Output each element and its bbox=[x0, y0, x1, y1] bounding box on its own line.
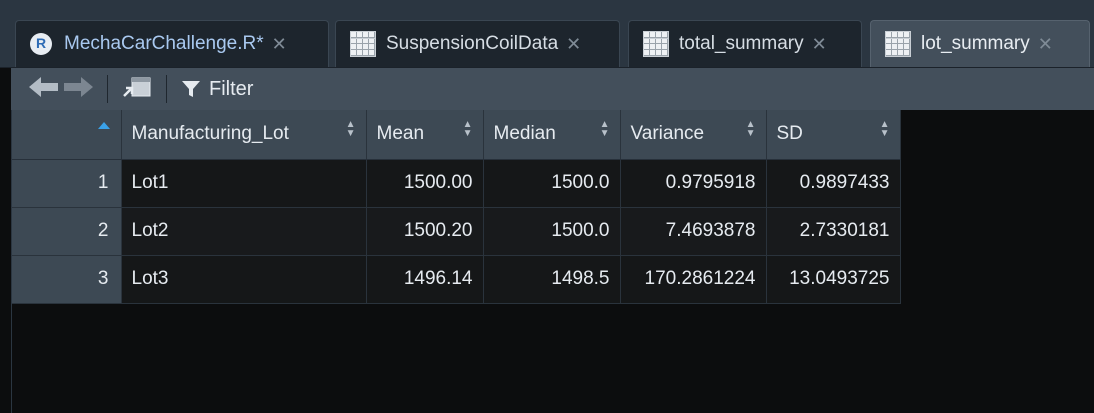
tab-lot-summary[interactable]: lot_summary ✕ bbox=[870, 20, 1090, 67]
column-header-manufacturing-lot[interactable]: Manufacturing_Lot ▲ ▼ bbox=[121, 110, 367, 160]
table-row: 3 Lot3 1496.14 1498.5 170.2861224 13.049… bbox=[12, 255, 901, 304]
back-arrow-icon[interactable] bbox=[29, 76, 59, 103]
row-number-header[interactable] bbox=[12, 110, 122, 160]
row-number: 1 bbox=[12, 159, 122, 208]
tab-label: total_summary bbox=[679, 33, 804, 54]
table-row: 2 Lot2 1500.20 1500.0 7.4693878 2.733018… bbox=[12, 207, 901, 256]
table-cell[interactable]: 1500.0 bbox=[483, 159, 621, 208]
close-icon[interactable]: ✕ bbox=[272, 34, 287, 55]
close-icon[interactable]: ✕ bbox=[812, 34, 827, 55]
table-cell[interactable]: 0.9897433 bbox=[766, 159, 901, 208]
data-grid-icon bbox=[643, 31, 669, 57]
filter-label: Filter bbox=[209, 77, 254, 100]
row-number: 2 bbox=[12, 207, 122, 256]
column-header-label: Manufacturing_Lot bbox=[131, 123, 289, 145]
sort-icon: ▲ ▼ bbox=[745, 119, 756, 139]
table-cell[interactable]: 1498.5 bbox=[483, 255, 621, 304]
toolbar-divider bbox=[166, 75, 167, 103]
data-grid-icon bbox=[350, 31, 376, 57]
column-header-label: SD bbox=[776, 123, 803, 145]
table-header-row: Manufacturing_Lot ▲ ▼ Mean ▲ ▼ Median ▲ ▼ V… bbox=[12, 110, 901, 160]
filter-icon bbox=[182, 81, 200, 97]
table-cell[interactable]: Lot3 bbox=[121, 255, 367, 304]
table-cell[interactable]: 1500.0 bbox=[483, 207, 621, 256]
sort-icon: ▲ ▼ bbox=[599, 119, 610, 139]
r-script-icon bbox=[30, 33, 52, 55]
sort-icon: ▲ ▼ bbox=[462, 119, 473, 139]
tab-label: SuspensionCoilData bbox=[386, 33, 559, 54]
data-grid-area: Manufacturing_Lot ▲ ▼ Mean ▲ ▼ Median ▲ ▼ V… bbox=[11, 110, 1094, 413]
sort-icon: ▲ ▼ bbox=[345, 119, 356, 139]
column-header-sd[interactable]: SD ▲ ▼ bbox=[766, 110, 901, 160]
close-icon[interactable]: ✕ bbox=[1038, 34, 1053, 55]
tab-suspensioncoildata[interactable]: SuspensionCoilData ✕ bbox=[335, 20, 620, 67]
table-cell[interactable]: 1496.14 bbox=[366, 255, 484, 304]
table-cell[interactable]: 7.4693878 bbox=[620, 207, 767, 256]
data-viewer-toolbar: Filter bbox=[11, 68, 1094, 110]
data-grid-icon bbox=[885, 31, 911, 57]
show-in-new-window-icon[interactable] bbox=[122, 75, 152, 104]
column-header-label: Mean bbox=[376, 123, 425, 145]
table-cell[interactable]: 13.0493725 bbox=[766, 255, 901, 304]
table-cell[interactable]: Lot2 bbox=[121, 207, 367, 256]
table-cell[interactable]: 170.2861224 bbox=[620, 255, 767, 304]
table-cell[interactable]: Lot1 bbox=[121, 159, 367, 208]
column-header-variance[interactable]: Variance ▲ ▼ bbox=[620, 110, 767, 160]
tab-mechacar-script[interactable]: MechaCarChallenge.R* ✕ bbox=[15, 20, 329, 67]
tab-label: lot_summary bbox=[921, 33, 1030, 54]
table-cell[interactable]: 1500.00 bbox=[366, 159, 484, 208]
sort-ascending-icon bbox=[98, 122, 110, 129]
toolbar-divider bbox=[107, 75, 108, 103]
tab-total-summary[interactable]: total_summary ✕ bbox=[628, 20, 862, 67]
table-row: 1 Lot1 1500.00 1500.0 0.9795918 0.989743… bbox=[12, 159, 901, 208]
column-header-label: Variance bbox=[630, 123, 705, 145]
column-header-label: Median bbox=[493, 123, 556, 145]
column-header-mean[interactable]: Mean ▲ ▼ bbox=[366, 110, 484, 160]
tab-label: MechaCarChallenge.R* bbox=[64, 33, 264, 54]
sort-icon: ▲ ▼ bbox=[879, 119, 890, 139]
table-cell[interactable]: 0.9795918 bbox=[620, 159, 767, 208]
tab-bar: MechaCarChallenge.R* ✕ SuspensionCoilDat… bbox=[0, 0, 1094, 68]
close-icon[interactable]: ✕ bbox=[566, 34, 581, 55]
column-header-median[interactable]: Median ▲ ▼ bbox=[483, 110, 621, 160]
data-viewer-window: MechaCarChallenge.R* ✕ SuspensionCoilDat… bbox=[0, 0, 1094, 413]
forward-arrow-icon[interactable] bbox=[63, 76, 93, 103]
row-number: 3 bbox=[12, 255, 122, 304]
data-table: Manufacturing_Lot ▲ ▼ Mean ▲ ▼ Median ▲ ▼ V… bbox=[12, 110, 901, 304]
table-cell[interactable]: 1500.20 bbox=[366, 207, 484, 256]
table-cell[interactable]: 2.7330181 bbox=[766, 207, 901, 256]
filter-button[interactable]: Filter bbox=[181, 78, 253, 101]
